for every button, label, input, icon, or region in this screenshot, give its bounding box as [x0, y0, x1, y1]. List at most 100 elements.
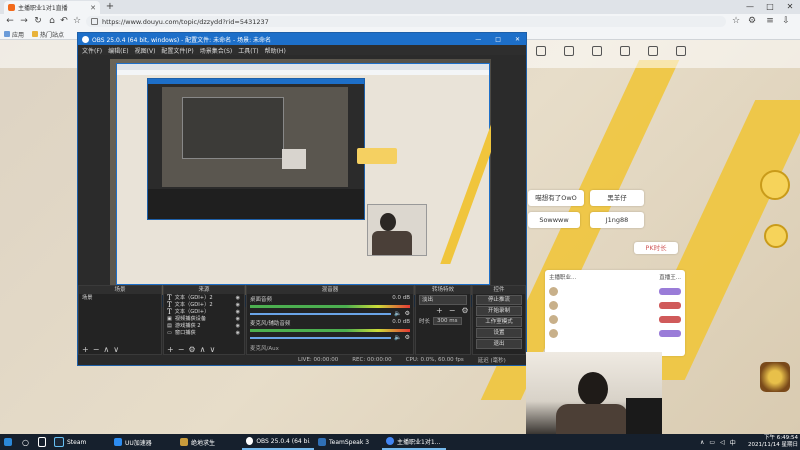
site-nav-item[interactable] [556, 46, 582, 66]
settings-button[interactable]: 设置 [476, 328, 522, 338]
speaker-icon[interactable]: 🔈 [394, 310, 401, 317]
settings-icon[interactable]: ⚙ [188, 345, 195, 354]
desktop-volume-slider[interactable] [250, 312, 392, 315]
extension-icon[interactable]: ⚙ [746, 15, 758, 28]
remove-icon[interactable]: − [178, 345, 185, 354]
star-icon[interactable]: ☆ [71, 15, 83, 28]
start-recording-button[interactable]: 开始录制 [476, 306, 522, 316]
source-item[interactable]: T 文本（GDI+） ◉ [164, 308, 244, 316]
clock[interactable]: 下午 6:49:54 2021/11/14 星期日 [742, 434, 798, 450]
stop-streaming-button[interactable]: 停止推流 [476, 295, 522, 305]
up-icon[interactable]: ∧ [200, 345, 206, 354]
gear-icon[interactable]: ⚙ [405, 334, 410, 341]
menu-profile[interactable]: 配置文件(P) [161, 46, 193, 55]
menu-scene-collection[interactable]: 场景集合(S) [200, 46, 233, 55]
menu-icon[interactable]: ≡ [764, 15, 776, 28]
obs-preview[interactable] [110, 59, 491, 307]
close-tab-icon[interactable]: ✕ [90, 4, 96, 12]
eye-icon[interactable]: ◉ [236, 330, 240, 336]
start-button[interactable] [0, 434, 18, 450]
list-item[interactable] [545, 326, 685, 340]
site-nav-item[interactable] [612, 46, 638, 66]
taskbar-item[interactable]: Steam [50, 434, 110, 450]
exit-button[interactable]: 退出 [476, 339, 522, 349]
pk-link[interactable]: PK时长 [634, 242, 678, 254]
site-nav-item[interactable] [640, 46, 666, 66]
obs-window[interactable]: OBS 25.0.4 (64 bit, windows) - 配置文件: 未命名… [77, 32, 527, 366]
menu-help[interactable]: 帮助(H) [265, 46, 286, 55]
event-medal-icon[interactable] [760, 170, 790, 200]
maximize-button[interactable]: □ [760, 0, 780, 14]
coin-icon[interactable] [764, 224, 788, 248]
source-item[interactable]: ▭ 窗口捕获 ◉ [164, 329, 244, 337]
home-icon[interactable]: ⌂ [46, 15, 58, 28]
download-icon[interactable]: ⇩ [780, 15, 792, 28]
list-item[interactable] [545, 284, 685, 298]
volume-icon[interactable]: ◁ [720, 439, 725, 446]
anchor-pill[interactable]: 喵想有了OwO [528, 190, 584, 206]
site-nav-item[interactable] [528, 46, 554, 66]
reload-icon[interactable]: ↻ [32, 15, 44, 28]
bookmark-star-icon[interactable]: ☆ [730, 15, 742, 28]
minimize-icon[interactable]: — [475, 36, 481, 43]
eye-icon[interactable]: ◉ [236, 309, 240, 315]
minimize-button[interactable]: — [740, 0, 760, 14]
taskbar-item[interactable]: 绝地求生 [176, 434, 242, 450]
studio-mode-button[interactable]: 工作室模式 [476, 317, 522, 327]
maximize-icon[interactable]: □ [495, 36, 501, 43]
taskbar-item-active[interactable]: OBS 25.0.4 (64 bi... [242, 434, 314, 450]
undo-icon[interactable]: ↶ [58, 15, 70, 28]
anchor-pill[interactable]: Sowwww [528, 212, 580, 228]
source-item[interactable]: T 文本（GDI+）2 ◉ [164, 301, 244, 309]
add-icon[interactable]: + [82, 345, 89, 354]
menu-tools[interactable]: 工具(T) [238, 46, 258, 55]
browser-tab[interactable]: 主播职业1对1直播 ✕ [4, 1, 100, 14]
anchor-pill[interactable]: J1ng88 [590, 212, 644, 228]
close-window-button[interactable]: ✕ [780, 0, 800, 14]
menu-edit[interactable]: 编辑(E) [108, 46, 128, 55]
duration-input[interactable]: 300 ms [433, 317, 462, 325]
gear-icon[interactable]: ⚙ [405, 310, 410, 317]
source-item[interactable]: ▤ 游戏捕获 2 ◉ [164, 322, 244, 330]
menu-view[interactable]: 视图(V) [135, 46, 156, 55]
back-icon[interactable]: ← [4, 15, 16, 28]
list-item[interactable] [545, 312, 685, 326]
chevron-up-icon[interactable]: ∧ [700, 439, 704, 446]
source-item[interactable]: T 文本（GDI+）2 ◉ [164, 294, 244, 302]
forward-icon[interactable]: → [18, 15, 30, 28]
site-nav-item[interactable] [584, 46, 610, 66]
eye-icon[interactable]: ◉ [236, 302, 240, 308]
ime-icon[interactable]: 中 [730, 438, 736, 447]
gear-icon[interactable]: ⚙ [461, 306, 468, 315]
remove-icon[interactable]: − [449, 306, 456, 315]
add-icon[interactable]: + [436, 306, 443, 315]
taskbar-item[interactable]: 主播职业1对1... [382, 434, 446, 450]
search-button[interactable]: ○ [18, 434, 34, 450]
down-icon[interactable]: ∨ [113, 345, 119, 354]
network-icon[interactable]: ▭ [709, 439, 715, 446]
close-icon[interactable]: ✕ [515, 36, 520, 43]
source-item[interactable]: ▣ 视频捕获设备 ◉ [164, 315, 244, 323]
transition-select[interactable]: 淡出 [419, 295, 467, 305]
menu-file[interactable]: 文件(F) [82, 46, 102, 55]
eye-icon[interactable]: ◉ [236, 295, 240, 301]
up-icon[interactable]: ∧ [103, 345, 109, 354]
list-item[interactable] [545, 298, 685, 312]
task-view-button[interactable] [34, 434, 50, 450]
speaker-icon[interactable]: 🔈 [394, 334, 401, 341]
down-icon[interactable]: ∨ [209, 345, 215, 354]
new-tab-button[interactable]: + [104, 1, 116, 13]
mic-volume-slider[interactable] [250, 336, 392, 339]
address-bar[interactable]: https://www.douyu.com/topic/dzzydd?rid=5… [86, 16, 726, 27]
bookmark-apps[interactable]: 应用 [4, 30, 24, 39]
add-icon[interactable]: + [167, 345, 174, 354]
bookmark-popular[interactable]: 热门站点 [32, 30, 64, 39]
taskbar-item[interactable]: UU加速器 [110, 434, 176, 450]
anchor-pill[interactable]: 黑羊仔 [590, 190, 644, 206]
remove-icon[interactable]: − [93, 345, 100, 354]
scene-item[interactable]: 场景 [79, 294, 161, 301]
site-nav-item[interactable] [668, 46, 694, 66]
taskbar-item[interactable]: TeamSpeak 3 [314, 434, 382, 450]
eye-icon[interactable]: ◉ [236, 323, 240, 329]
eye-icon[interactable]: ◉ [236, 316, 240, 322]
